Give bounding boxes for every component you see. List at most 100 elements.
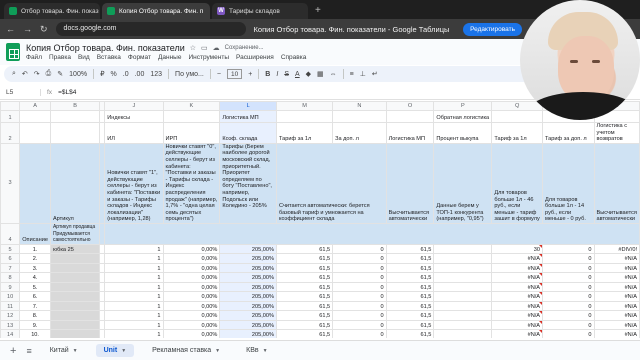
cell[interactable]: 0 <box>332 262 387 274</box>
cell[interactable]: Индексы <box>104 110 164 123</box>
cell[interactable]: 0 <box>332 281 387 293</box>
cell[interactable]: Данные берем у ТОП-1 конкурента (наприме… <box>433 142 493 224</box>
cell[interactable] <box>49 329 101 338</box>
print-icon[interactable]: ⎙ <box>46 70 52 78</box>
cell[interactable]: #N/A <box>593 281 640 293</box>
row-header[interactable]: 8 <box>0 272 21 283</box>
cell[interactable]: #N/A <box>593 272 640 283</box>
search-icon[interactable]: ⌕ <box>12 70 16 78</box>
back-icon[interactable]: ← <box>6 24 15 34</box>
cell[interactable]: 0 <box>332 253 387 264</box>
borders-icon[interactable]: ▦ <box>317 70 324 78</box>
cell[interactable]: 205,00% <box>219 319 277 331</box>
cell[interactable]: 61,5 <box>385 310 435 321</box>
browser-tab[interactable]: W Тарифы складов <box>212 3 308 19</box>
cell[interactable]: 0,00% <box>162 300 221 312</box>
cell[interactable]: #N/A <box>491 291 544 302</box>
column-header[interactable]: J <box>104 101 164 111</box>
cell[interactable]: 205,00% <box>219 310 277 321</box>
cell[interactable]: 1 <box>104 272 164 283</box>
cell[interactable]: 61,5 <box>275 329 334 338</box>
star-icon[interactable]: ☆ <box>190 44 196 52</box>
menu-data[interactable]: Данные <box>158 54 181 61</box>
cell[interactable]: Тариф за доп. л <box>542 122 595 144</box>
cell[interactable] <box>385 110 435 123</box>
cell[interactable]: 10. <box>19 329 51 338</box>
cell[interactable]: 61,5 <box>275 243 334 255</box>
cell[interactable]: Тарифы (Берем наиболее дорогой московски… <box>219 142 277 224</box>
cell[interactable] <box>433 262 493 274</box>
browser-tab-active[interactable]: Копия Отбор товара. Фин. п <box>102 3 210 19</box>
text-color-button[interactable]: A <box>295 71 300 78</box>
cell[interactable]: 61,5 <box>385 291 435 302</box>
cell[interactable]: 205,00% <box>219 243 277 255</box>
cell[interactable]: 5. <box>19 281 51 293</box>
redo-icon[interactable]: ↷ <box>34 70 40 78</box>
italic-button[interactable]: I <box>276 71 278 78</box>
merge-icon[interactable]: ⇔ <box>330 71 337 78</box>
cell[interactable]: #N/A <box>593 329 640 338</box>
forward-icon[interactable]: → <box>23 24 32 34</box>
align-icon[interactable]: ≡ <box>350 71 354 78</box>
cell[interactable] <box>19 122 51 144</box>
increase-decimal-button[interactable]: .00 <box>135 71 145 78</box>
cell[interactable]: 0 <box>542 291 595 302</box>
row-header[interactable]: 10 <box>0 291 21 302</box>
cell[interactable] <box>433 291 493 302</box>
cell[interactable]: 61,5 <box>275 253 334 264</box>
cell[interactable]: 0 <box>332 310 387 321</box>
cell[interactable]: 3. <box>19 262 51 274</box>
column-header[interactable]: M <box>275 101 334 111</box>
cell[interactable]: Новички ставят "1", действующие селлеры … <box>104 142 164 224</box>
menu-edit[interactable]: Правка <box>49 54 71 61</box>
cell[interactable]: 61,5 <box>385 243 435 255</box>
cell[interactable]: 30 <box>491 243 544 255</box>
cell[interactable] <box>433 272 493 283</box>
corner-cell[interactable] <box>0 101 21 111</box>
cell[interactable]: 61,5 <box>275 291 334 302</box>
cell[interactable]: #N/A <box>491 310 544 321</box>
font-select[interactable]: По умо... <box>175 71 204 78</box>
cell[interactable]: Артикул продавца Придумывается самостоят… <box>49 222 101 245</box>
menu-insert[interactable]: Вставка <box>97 54 121 61</box>
cell[interactable]: 0 <box>332 243 387 255</box>
row-header[interactable]: 5 <box>0 243 21 255</box>
name-box[interactable]: L5 <box>0 89 40 96</box>
bold-button[interactable]: B <box>265 71 270 78</box>
cell[interactable]: 0 <box>542 329 595 338</box>
cell[interactable] <box>433 329 493 338</box>
cell[interactable]: 0,00% <box>162 310 221 321</box>
cell[interactable]: 205,00% <box>219 291 277 302</box>
fill-color-icon[interactable]: ◆ <box>306 70 311 78</box>
cell[interactable]: 205,00% <box>219 300 277 312</box>
cell[interactable]: #N/A <box>491 319 544 331</box>
cell[interactable]: #N/A <box>593 291 640 302</box>
cell[interactable]: 0 <box>542 272 595 283</box>
decrease-decimal-button[interactable]: .0 <box>123 71 129 78</box>
cell[interactable]: 1 <box>104 281 164 293</box>
cloud-icon[interactable]: ☁ <box>213 44 220 52</box>
cell[interactable]: 4. <box>19 272 51 283</box>
cell[interactable]: 1 <box>104 253 164 264</box>
cell[interactable]: #N/A <box>491 300 544 312</box>
cell[interactable]: 61,5 <box>275 272 334 283</box>
cell[interactable] <box>332 110 387 123</box>
cell[interactable]: За доп. л <box>332 122 387 144</box>
row-header[interactable]: 1 <box>0 110 21 123</box>
cell[interactable]: 61,5 <box>275 310 334 321</box>
cell[interactable] <box>19 142 51 224</box>
cell[interactable]: Артикул <box>49 142 101 224</box>
cell[interactable]: Высчитывается автоматически <box>593 142 640 224</box>
cell[interactable] <box>49 291 101 302</box>
cell[interactable] <box>433 253 493 264</box>
row-header[interactable]: 2 <box>0 122 21 144</box>
row-header[interactable]: 9 <box>0 281 21 293</box>
cell[interactable] <box>19 110 51 123</box>
cell[interactable] <box>433 281 493 293</box>
cell[interactable]: 205,00% <box>219 329 277 338</box>
cell[interactable] <box>49 319 101 331</box>
cell[interactable]: Считается автоматически: берется базовый… <box>276 142 387 224</box>
cell[interactable]: 0 <box>542 253 595 264</box>
strikethrough-button[interactable]: S <box>284 71 289 78</box>
cell[interactable]: 0,00% <box>162 329 221 338</box>
